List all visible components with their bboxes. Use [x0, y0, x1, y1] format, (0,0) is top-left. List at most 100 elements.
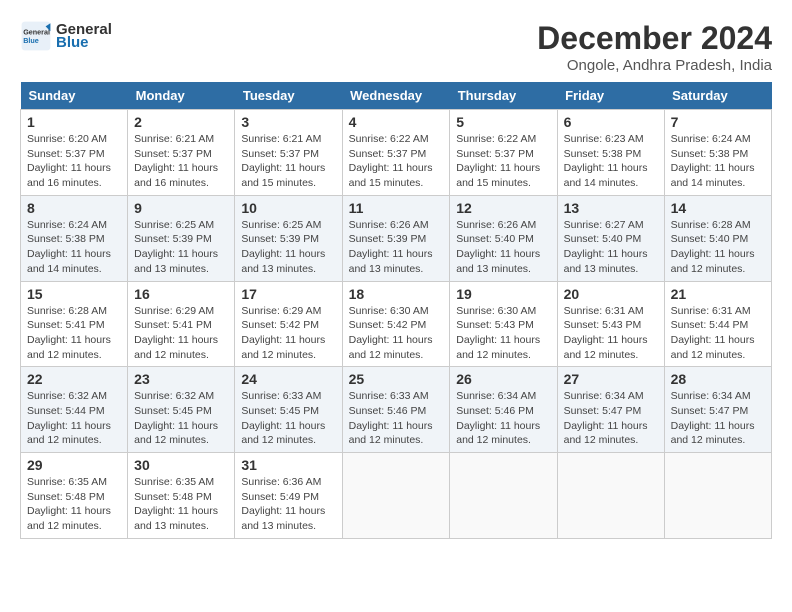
day-number: 31: [241, 457, 335, 473]
col-header-saturday: Saturday: [664, 82, 771, 110]
calendar-cell: 8 Sunrise: 6:24 AMSunset: 5:38 PMDaylight…: [21, 195, 128, 281]
day-info: Sunrise: 6:36 AMSunset: 5:49 PMDaylight:…: [241, 475, 335, 534]
svg-text:General: General: [23, 27, 50, 36]
calendar-cell: [664, 453, 771, 539]
logo-icon: General Blue: [20, 20, 52, 52]
col-header-sunday: Sunday: [21, 82, 128, 110]
day-info: Sunrise: 6:30 AMSunset: 5:42 PMDaylight:…: [349, 304, 444, 363]
day-number: 24: [241, 371, 335, 387]
day-info: Sunrise: 6:25 AMSunset: 5:39 PMDaylight:…: [241, 218, 335, 277]
day-number: 29: [27, 457, 121, 473]
day-number: 3: [241, 114, 335, 130]
calendar-cell: 1 Sunrise: 6:20 AMSunset: 5:37 PMDaylight…: [21, 110, 128, 196]
calendar-cell: 30 Sunrise: 6:35 AMSunset: 5:48 PMDayligh…: [128, 453, 235, 539]
day-info: Sunrise: 6:26 AMSunset: 5:40 PMDaylight:…: [456, 218, 550, 277]
col-header-tuesday: Tuesday: [235, 82, 342, 110]
day-number: 21: [671, 286, 765, 302]
day-info: Sunrise: 6:32 AMSunset: 5:44 PMDaylight:…: [27, 389, 121, 448]
calendar-cell: 22 Sunrise: 6:32 AMSunset: 5:44 PMDayligh…: [21, 367, 128, 453]
title-block: December 2024 Ongole, Andhra Pradesh, In…: [537, 20, 772, 74]
day-info: Sunrise: 6:20 AMSunset: 5:37 PMDaylight:…: [27, 132, 121, 191]
calendar-cell: 24Sunrise: 6:33 AMSunset: 5:45 PMDayligh…: [235, 367, 342, 453]
calendar-cell: [450, 453, 557, 539]
day-info: Sunrise: 6:21 AMSunset: 5:37 PMDaylight:…: [134, 132, 228, 191]
day-info: Sunrise: 6:29 AMSunset: 5:41 PMDaylight:…: [134, 304, 228, 363]
calendar-week-4: 22 Sunrise: 6:32 AMSunset: 5:44 PMDayligh…: [21, 367, 772, 453]
day-info: Sunrise: 6:24 AMSunset: 5:38 PMDaylight:…: [27, 218, 121, 277]
col-header-friday: Friday: [557, 82, 664, 110]
calendar-cell: 20 Sunrise: 6:31 AMSunset: 5:43 PMDayligh…: [557, 281, 664, 367]
calendar-cell: 14 Sunrise: 6:28 AMSunset: 5:40 PMDayligh…: [664, 195, 771, 281]
day-info: Sunrise: 6:34 AMSunset: 5:47 PMDaylight:…: [671, 389, 765, 448]
location: Ongole, Andhra Pradesh, India: [537, 57, 772, 74]
calendar-cell: 25 Sunrise: 6:33 AMSunset: 5:46 PMDayligh…: [342, 367, 450, 453]
calendar-cell: 2 Sunrise: 6:21 AMSunset: 5:37 PMDaylight…: [128, 110, 235, 196]
day-info: Sunrise: 6:31 AMSunset: 5:44 PMDaylight:…: [671, 304, 765, 363]
day-number: 5: [456, 114, 550, 130]
day-info: Sunrise: 6:35 AMSunset: 5:48 PMDaylight:…: [27, 475, 121, 534]
day-number: 12: [456, 200, 550, 216]
svg-text:Blue: Blue: [23, 36, 39, 45]
day-info: Sunrise: 6:34 AMSunset: 5:47 PMDaylight:…: [564, 389, 658, 448]
day-number: 11: [349, 200, 444, 216]
day-number: 17: [241, 286, 335, 302]
day-info: Sunrise: 6:30 AMSunset: 5:43 PMDaylight:…: [456, 304, 550, 363]
calendar-cell: 5Sunrise: 6:22 AMSunset: 5:37 PMDaylight…: [450, 110, 557, 196]
day-info: Sunrise: 6:34 AMSunset: 5:46 PMDaylight:…: [456, 389, 550, 448]
day-number: 26: [456, 371, 550, 387]
calendar-cell: 3 Sunrise: 6:21 AMSunset: 5:37 PMDaylight…: [235, 110, 342, 196]
calendar-week-1: 1 Sunrise: 6:20 AMSunset: 5:37 PMDaylight…: [21, 110, 772, 196]
calendar-cell: [342, 453, 450, 539]
day-number: 25: [349, 371, 444, 387]
calendar-cell: 12 Sunrise: 6:26 AMSunset: 5:40 PMDayligh…: [450, 195, 557, 281]
calendar-cell: 11 Sunrise: 6:26 AMSunset: 5:39 PMDayligh…: [342, 195, 450, 281]
day-info: Sunrise: 6:21 AMSunset: 5:37 PMDaylight:…: [241, 132, 335, 191]
calendar-cell: 6Sunrise: 6:23 AMSunset: 5:38 PMDaylight…: [557, 110, 664, 196]
calendar-week-5: 29 Sunrise: 6:35 AMSunset: 5:48 PMDayligh…: [21, 453, 772, 539]
day-number: 14: [671, 200, 765, 216]
calendar-cell: 15 Sunrise: 6:28 AMSunset: 5:41 PMDayligh…: [21, 281, 128, 367]
calendar-cell: 31 Sunrise: 6:36 AMSunset: 5:49 PMDayligh…: [235, 453, 342, 539]
day-info: Sunrise: 6:24 AMSunset: 5:38 PMDaylight:…: [671, 132, 765, 191]
day-number: 10: [241, 200, 335, 216]
day-info: Sunrise: 6:31 AMSunset: 5:43 PMDaylight:…: [564, 304, 658, 363]
calendar-cell: [557, 453, 664, 539]
day-number: 30: [134, 457, 228, 473]
calendar-cell: 18 Sunrise: 6:30 AMSunset: 5:42 PMDayligh…: [342, 281, 450, 367]
calendar-cell: 4Sunrise: 6:22 AMSunset: 5:37 PMDaylight…: [342, 110, 450, 196]
day-info: Sunrise: 6:33 AMSunset: 5:46 PMDaylight:…: [349, 389, 444, 448]
calendar-table: SundayMondayTuesdayWednesdayThursdayFrid…: [20, 82, 772, 539]
day-info: Sunrise: 6:28 AMSunset: 5:40 PMDaylight:…: [671, 218, 765, 277]
day-number: 1: [27, 114, 121, 130]
calendar-cell: 7Sunrise: 6:24 AMSunset: 5:38 PMDaylight…: [664, 110, 771, 196]
day-number: 15: [27, 286, 121, 302]
col-header-wednesday: Wednesday: [342, 82, 450, 110]
calendar-cell: 16Sunrise: 6:29 AMSunset: 5:41 PMDayligh…: [128, 281, 235, 367]
day-info: Sunrise: 6:28 AMSunset: 5:41 PMDaylight:…: [27, 304, 121, 363]
day-info: Sunrise: 6:29 AMSunset: 5:42 PMDaylight:…: [241, 304, 335, 363]
calendar-cell: 21 Sunrise: 6:31 AMSunset: 5:44 PMDayligh…: [664, 281, 771, 367]
calendar-cell: 29 Sunrise: 6:35 AMSunset: 5:48 PMDayligh…: [21, 453, 128, 539]
day-number: 22: [27, 371, 121, 387]
calendar-cell: 28Sunrise: 6:34 AMSunset: 5:47 PMDayligh…: [664, 367, 771, 453]
day-number: 8: [27, 200, 121, 216]
day-number: 9: [134, 200, 228, 216]
day-info: Sunrise: 6:27 AMSunset: 5:40 PMDaylight:…: [564, 218, 658, 277]
calendar-cell: 13 Sunrise: 6:27 AMSunset: 5:40 PMDayligh…: [557, 195, 664, 281]
day-number: 2: [134, 114, 228, 130]
calendar-week-2: 8 Sunrise: 6:24 AMSunset: 5:38 PMDaylight…: [21, 195, 772, 281]
day-number: 18: [349, 286, 444, 302]
calendar-cell: 19Sunrise: 6:30 AMSunset: 5:43 PMDayligh…: [450, 281, 557, 367]
day-number: 20: [564, 286, 658, 302]
day-info: Sunrise: 6:26 AMSunset: 5:39 PMDaylight:…: [349, 218, 444, 277]
day-info: Sunrise: 6:35 AMSunset: 5:48 PMDaylight:…: [134, 475, 228, 534]
calendar-cell: 27Sunrise: 6:34 AMSunset: 5:47 PMDayligh…: [557, 367, 664, 453]
day-info: Sunrise: 6:32 AMSunset: 5:45 PMDaylight:…: [134, 389, 228, 448]
calendar-cell: 26 Sunrise: 6:34 AMSunset: 5:46 PMDayligh…: [450, 367, 557, 453]
logo: General Blue General Blue: [20, 20, 112, 52]
day-number: 13: [564, 200, 658, 216]
calendar-header-row: SundayMondayTuesdayWednesdayThursdayFrid…: [21, 82, 772, 110]
calendar-cell: 17 Sunrise: 6:29 AMSunset: 5:42 PMDayligh…: [235, 281, 342, 367]
col-header-monday: Monday: [128, 82, 235, 110]
page-header: General Blue General Blue December 2024 …: [20, 20, 772, 74]
